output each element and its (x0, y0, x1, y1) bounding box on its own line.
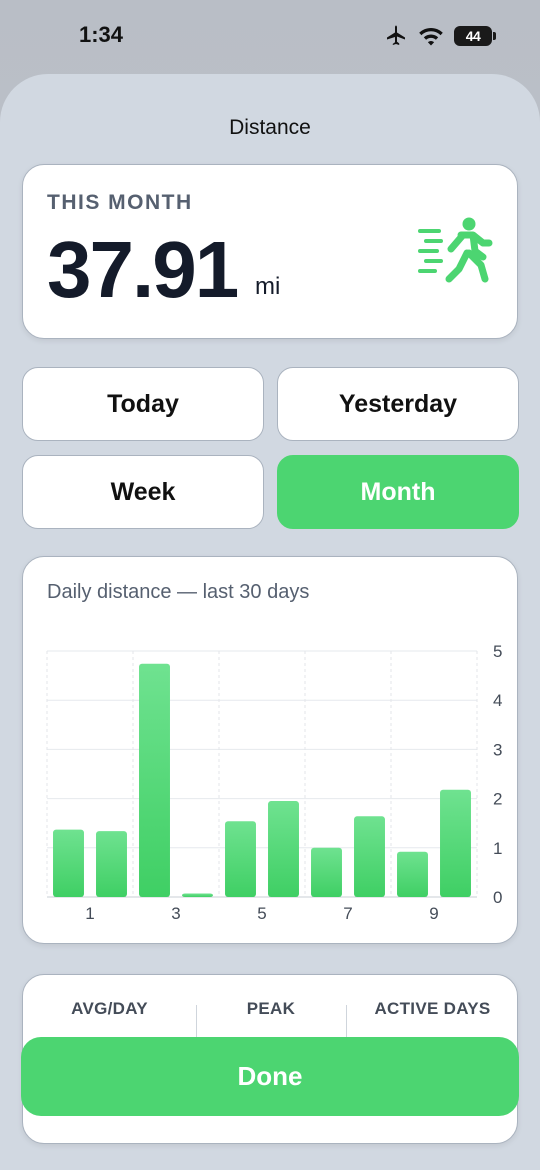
status-bar: 1:34 44 (0, 0, 540, 74)
distance-bar (182, 893, 213, 897)
x-tick-label: 9 (429, 904, 438, 923)
distance-bar (53, 829, 84, 897)
distance-bar (139, 663, 170, 897)
distance-bar (440, 789, 471, 897)
summary-distance-unit: mi (255, 273, 281, 300)
y-tick-label: 1 (493, 839, 502, 858)
wifi-icon (419, 28, 443, 46)
summary-card: THIS MONTH 37.91 mi (22, 164, 518, 339)
y-tick-label: 4 (493, 691, 502, 710)
x-tick-label: 3 (171, 904, 180, 923)
summary-distance-value: 37.91 (47, 225, 239, 314)
airplane-mode-icon (387, 25, 405, 45)
done-button[interactable]: Done (21, 1037, 519, 1116)
stat-avg-per-day-label: AVG/DAY (71, 999, 148, 1018)
segment-today[interactable]: Today (22, 367, 264, 441)
daily-distance-chart: 0 1 2 3 4 5 1 3 5 7 9 (46, 642, 502, 923)
y-tick-label: 3 (493, 740, 502, 759)
segment-month[interactable]: Month (277, 455, 519, 529)
distance-bar (311, 847, 342, 897)
distance-bar (225, 821, 256, 897)
battery-level: 44 (465, 28, 481, 44)
x-tick-label: 1 (85, 904, 94, 923)
status-icons: 44 (384, 24, 496, 48)
daily-distance-chart-card: Daily distance — last 30 days 0123451357… (22, 556, 518, 944)
y-tick-label: 0 (493, 888, 502, 907)
y-tick-label: 5 (493, 642, 502, 661)
stat-active-days-label: ACTIVE DAYS (374, 999, 491, 1018)
segment-week[interactable]: Week (22, 455, 264, 529)
distance-bar (96, 831, 127, 897)
y-tick-label: 2 (493, 790, 502, 809)
segment-yesterday[interactable]: Yesterday (277, 367, 519, 441)
sheet-title: Distance (229, 116, 311, 139)
distance-bar (354, 816, 385, 897)
walking-figure-icon (418, 217, 493, 283)
stat-peak-label: PEAK (246, 999, 296, 1018)
x-tick-label: 7 (343, 904, 352, 923)
distance-sheet: Distance THIS MONTH 37.91 mi Today Yeste… (0, 74, 540, 1170)
distance-bar (268, 801, 299, 897)
x-tick-label: 5 (257, 904, 266, 923)
battery-icon: 44 (454, 26, 496, 46)
screen: 1:34 44 Distance THIS MONTH 37.91 mi Tod… (0, 0, 540, 1170)
summary-period-label: THIS MONTH (47, 191, 193, 214)
status-time: 1:34 (79, 22, 124, 47)
distance-bar (397, 851, 428, 897)
